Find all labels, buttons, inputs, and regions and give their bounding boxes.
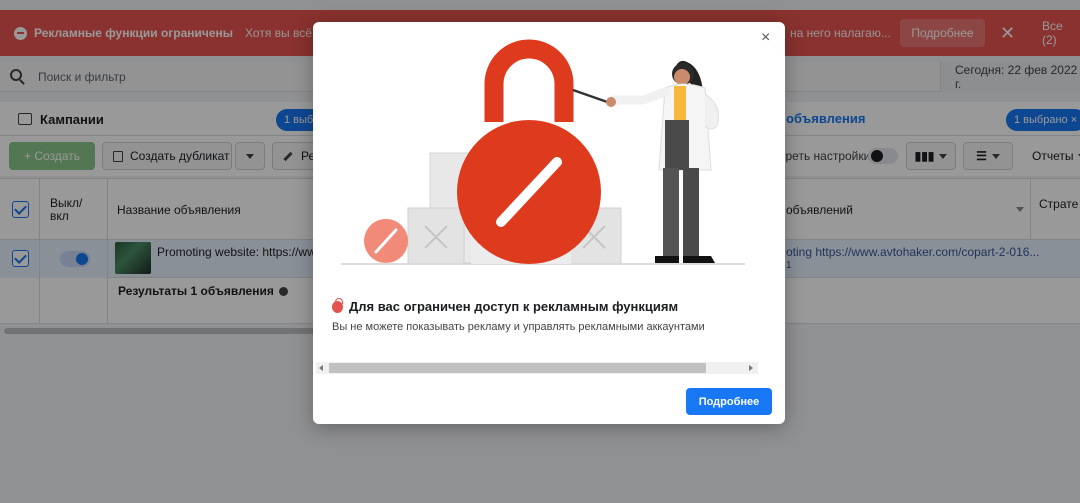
restricted-access-dialog: × Для вас ограничен доступ к рекламным ф… xyxy=(313,22,785,424)
dialog-title: Для вас ограничен доступ к рекламным фун… xyxy=(332,297,678,314)
scroll-right-icon[interactable] xyxy=(749,365,753,371)
learn-more-button[interactable]: Подробнее xyxy=(686,388,772,415)
scroll-thumb[interactable] xyxy=(329,363,706,373)
lock-icon xyxy=(332,297,343,313)
dialog-description: Вы не можете показывать рекламу и управл… xyxy=(332,321,705,333)
padlock-illustration xyxy=(341,39,745,265)
scroll-left-icon[interactable] xyxy=(319,365,323,371)
dialog-scrollbar[interactable] xyxy=(316,362,758,374)
